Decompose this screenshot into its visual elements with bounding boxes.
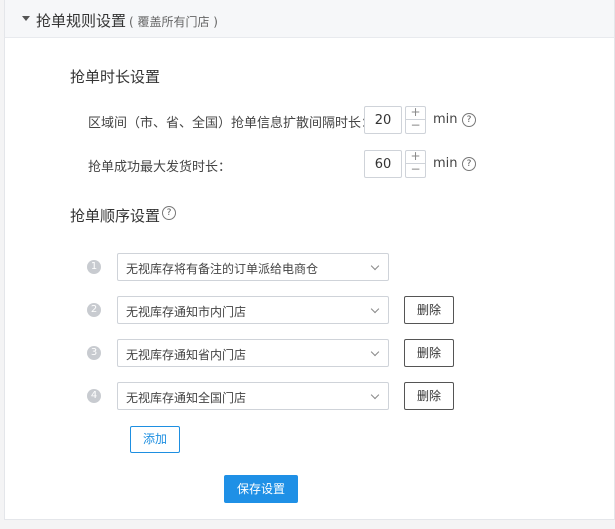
spread-interval-label: 区域间（市、省、全国）抢单信息扩散间隔时长： [88,116,375,131]
panel-subtitle: ( 覆盖所有门店 ) [129,15,218,29]
spread-interval-input[interactable] [364,106,402,134]
chevron-down-icon [370,304,380,314]
rule-select[interactable]: 无视库存通知省内门店 [117,339,389,367]
delete-rule-button[interactable]: 删除 [404,339,454,367]
rule-select-value: 无视库存通知市内门店 [126,305,247,319]
rule-select-value: 无视库存将有备注的订单派给电商仓 [126,262,319,276]
save-settings-button[interactable]: 保存设置 [224,475,298,503]
rule-settings-panel: 抢单规则设置 ( 覆盖所有门店 ) 抢单时长设置 区域间（市、省、全国）抢单信息… [4,0,615,520]
rule-select-value: 无视库存通知省内门店 [126,348,247,362]
max-ship-time-input[interactable] [364,150,402,178]
spread-interval-stepper: + − [405,106,426,134]
help-icon[interactable]: ? [462,113,476,127]
rule-select-value: 无视库存通知全国门店 [126,391,247,405]
delete-rule-button[interactable]: 删除 [404,296,454,324]
add-rule-button[interactable]: 添加 [130,426,180,453]
delete-rule-button[interactable]: 删除 [404,382,454,410]
order-section-title: 抢单顺序设置 [70,207,161,225]
duration-section-title: 抢单时长设置 [70,68,161,86]
rule-number-badge: 3 [87,346,101,360]
panel-title: 抢单规则设置 [36,12,127,30]
chevron-down-icon [370,261,380,271]
help-icon[interactable]: ? [162,206,176,220]
spread-interval-unit: min [433,112,458,127]
rule-number-badge: 4 [87,389,101,403]
max-ship-time-stepper: + − [405,150,426,178]
panel-header[interactable]: 抢单规则设置 ( 覆盖所有门店 ) [5,0,614,38]
decrement-button[interactable]: − [405,163,426,178]
decrement-button[interactable]: − [405,119,426,134]
rule-select[interactable]: 无视库存将有备注的订单派给电商仓 [117,253,389,281]
rule-number-badge: 2 [87,303,101,317]
help-icon[interactable]: ? [462,157,476,171]
chevron-down-icon [370,390,380,400]
rule-select[interactable]: 无视库存通知市内门店 [117,296,389,324]
chevron-down-icon [370,347,380,357]
max-ship-time-unit: min [433,156,458,171]
rule-number-badge: 1 [87,260,101,274]
max-ship-time-label: 抢单成功最大发货时长： [88,160,232,175]
caret-down-icon[interactable] [22,16,30,21]
rule-select[interactable]: 无视库存通知全国门店 [117,382,389,410]
